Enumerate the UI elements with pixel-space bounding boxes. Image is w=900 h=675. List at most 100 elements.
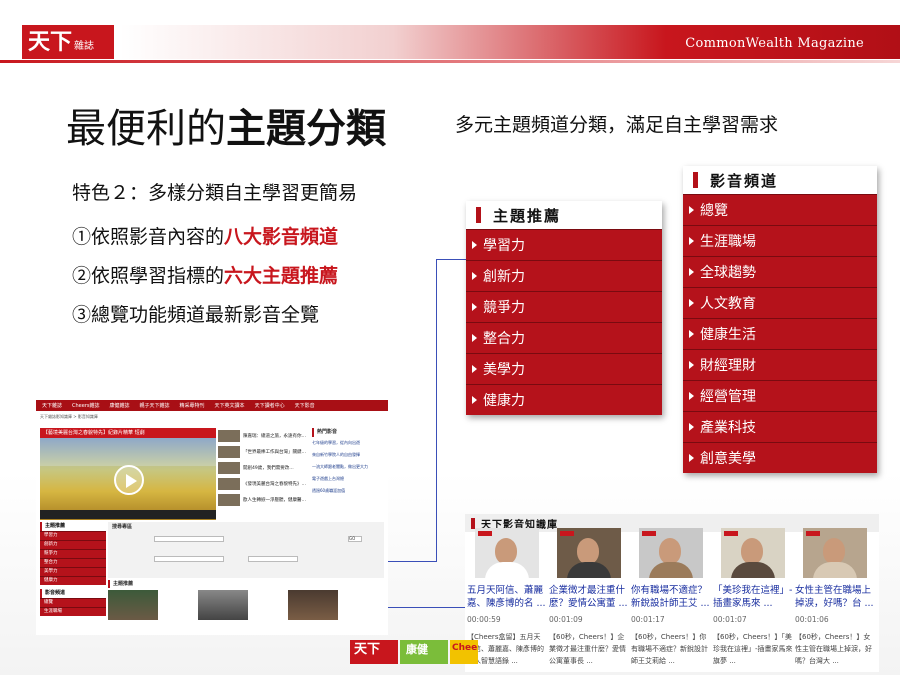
- hot-video-link[interactable]: 來自新竹學院人的自由發揮: [312, 449, 386, 461]
- channel-item-industry[interactable]: 產業科技: [683, 411, 877, 442]
- feature-2-text: ②依照學習指標的: [72, 265, 225, 287]
- sidebar-item[interactable]: 學習力: [40, 531, 106, 540]
- channel-item-creative[interactable]: 創意美學: [683, 442, 877, 473]
- accent-bar: [471, 517, 475, 529]
- triangle-icon: [689, 454, 694, 462]
- triangle-icon: [472, 365, 477, 373]
- video-title[interactable]: 五月天阿信、蕭麗嘉、陳彥博的名 ...: [467, 584, 547, 610]
- health-brand-logo[interactable]: 康健: [400, 640, 448, 664]
- video-card[interactable]: 「美珍我在這裡」-插畫家馬來 ... 00:01:07 【60秒，Cheers！…: [713, 528, 793, 667]
- channel-item-label: 健康生活: [700, 327, 756, 343]
- feature-2-highlight: 六大主題推薦: [224, 265, 339, 287]
- topic-item-label: 競爭力: [483, 300, 525, 316]
- channel-item-management[interactable]: 經營管理: [683, 380, 877, 411]
- header-divider: [0, 60, 900, 63]
- site-nav-item[interactable]: 精采專特刊: [180, 402, 205, 409]
- video-thumbnail: [721, 528, 785, 578]
- site-nav-item[interactable]: 天下英文讀本: [215, 402, 245, 409]
- keyword-input[interactable]: [154, 536, 224, 542]
- search-go-button[interactable]: GO: [348, 536, 362, 542]
- video-card[interactable]: 五月天阿信、蕭麗嘉、陳彥博的名 ... 00:00:59 【Cheers盒留】五…: [467, 528, 547, 667]
- site-nav-item[interactable]: 天下雜誌: [42, 402, 62, 409]
- triangle-icon: [472, 241, 477, 249]
- hot-video-link[interactable]: 電子遊戲上台灣總: [312, 473, 386, 485]
- topic-item-aesthetics[interactable]: 美學力: [466, 353, 662, 384]
- channel-item-label: 經營管理: [700, 389, 756, 405]
- accent-bar: [693, 172, 698, 188]
- site-nav-item[interactable]: 康健雜誌: [110, 402, 130, 409]
- topic-item-label: 健康力: [483, 393, 525, 409]
- video-duration: 00:01:06: [795, 615, 829, 624]
- sidebar-item[interactable]: 健康力: [40, 576, 106, 585]
- video-thumbnail: [639, 528, 703, 578]
- video-controls[interactable]: [40, 510, 216, 519]
- topic-item-competitiveness[interactable]: 競爭力: [466, 291, 662, 322]
- video-title[interactable]: 企業徵才最注重什麼？愛情公寓董 ...: [549, 584, 629, 610]
- video-thumbnail: [218, 494, 240, 506]
- site-video-list: 陳嘉瑞：總道之旅，永遠有你… 「世界最棒工作與台灣」關鍵… 開創49歲，我們需要…: [218, 428, 308, 508]
- video-thumbnail: [803, 528, 867, 578]
- play-icon[interactable]: [114, 465, 144, 495]
- recommend-thumb[interactable]: [198, 590, 248, 620]
- person-body: [813, 562, 857, 578]
- channel-item-finance[interactable]: 財經理財: [683, 349, 877, 380]
- channel-panel-title: 影音頻道: [710, 171, 779, 190]
- topic-item-health[interactable]: 健康力: [466, 384, 662, 415]
- video-title[interactable]: 女性主管在職場上掉淚，好嗎？台 ...: [795, 584, 875, 610]
- list-item[interactable]: 歐人生轉捩一淨壓聽，健康醫…: [218, 492, 308, 508]
- sidebar-item[interactable]: 整合力: [40, 558, 106, 567]
- video-description: 【60秒，Cheers！】企業徵才最注重什麼？愛情公寓董事長 ...: [549, 633, 626, 665]
- sidebar-item[interactable]: 美學力: [40, 567, 106, 576]
- list-item-title: 「世界最棒工作與台灣」關鍵…: [243, 450, 306, 455]
- commonwealth-logo[interactable]: 天下 雜誌: [22, 25, 114, 59]
- site-nav-item[interactable]: 親子天下雜誌: [140, 402, 170, 409]
- list-item[interactable]: 「世界最棒工作與台灣」關鍵…: [218, 444, 308, 460]
- channel-item-health[interactable]: 健康生活: [683, 318, 877, 349]
- topic-item-learning[interactable]: 學習力: [466, 229, 662, 260]
- site-nav-item[interactable]: Cheers雜誌: [72, 402, 99, 409]
- video-card[interactable]: 你有職場不適症？新銳設計師王艾 ... 00:01:17 【60秒，Cheers…: [631, 528, 711, 667]
- topic-panel-title: 主題推薦: [493, 206, 562, 225]
- sidebar-item[interactable]: 競爭力: [40, 549, 106, 558]
- sidebar-item[interactable]: 總覽: [40, 598, 106, 607]
- sidebar-item[interactable]: 創新力: [40, 540, 106, 549]
- video-thumbnail: [218, 446, 240, 458]
- hot-video-link[interactable]: 七年級的學習，從內向出遊: [312, 437, 386, 449]
- video-title[interactable]: 你有職場不適症？新銳設計師王艾 ...: [631, 584, 711, 610]
- site-video-player[interactable]: [40, 438, 216, 520]
- person-face: [823, 538, 845, 564]
- recommend-thumb[interactable]: [108, 590, 158, 620]
- recommend-thumb[interactable]: [288, 590, 338, 620]
- magazine-name: CommonWealth Magazine: [685, 36, 864, 51]
- video-duration: 00:01:17: [631, 615, 665, 624]
- channel-item-overview[interactable]: 總覽: [683, 194, 877, 225]
- video-description: 【Cheers盒留】五月天阿信、蕭麗嘉、陳彥博的名人智慧語錄 ...: [467, 633, 544, 665]
- cheers-logo-icon: [560, 531, 574, 536]
- channel-item-global[interactable]: 全球趨勢: [683, 256, 877, 287]
- triangle-icon: [689, 330, 694, 338]
- date-input-end[interactable]: [248, 556, 298, 562]
- hot-video-link[interactable]: 透過60歲職涯加值: [312, 485, 386, 497]
- topic-item-integration[interactable]: 整合力: [466, 322, 662, 353]
- cheers-brand-logo[interactable]: Chee: [450, 640, 478, 664]
- person-face: [741, 538, 763, 564]
- video-thumbnail: [218, 462, 240, 474]
- channel-item-humanities[interactable]: 人文教育: [683, 287, 877, 318]
- channel-item-label: 財經理財: [700, 358, 756, 374]
- site-nav-item[interactable]: 天下讀者中心: [255, 402, 285, 409]
- video-title[interactable]: 「美珍我在這裡」-插畫家馬來 ...: [713, 584, 793, 610]
- date-input[interactable]: [154, 556, 224, 562]
- list-item[interactable]: 《發現美麗台灣之春貌特先》…: [218, 476, 308, 492]
- topic-item-innovation[interactable]: 創新力: [466, 260, 662, 291]
- site-nav-item[interactable]: 天下影音: [295, 402, 315, 409]
- list-item[interactable]: 開創49歲，我們需要改…: [218, 460, 308, 476]
- list-item[interactable]: 陳嘉瑞：總道之旅，永遠有你…: [218, 428, 308, 444]
- video-card[interactable]: 企業徵才最注重什麼？愛情公寓董 ... 00:01:09 【60秒，Cheers…: [549, 528, 629, 667]
- sidebar-item[interactable]: 生涯職場: [40, 607, 106, 616]
- video-thumbnail: [557, 528, 621, 578]
- commonwealth-brand-logo[interactable]: 天下: [350, 640, 398, 664]
- hot-video-link[interactable]: 一流大師跟老闆點，做出更大力: [312, 461, 386, 473]
- video-description: 【60秒，Cheers！】你有職場不適症？新銳設計師王艾莉給 ...: [631, 633, 708, 665]
- channel-item-career[interactable]: 生涯職場: [683, 225, 877, 256]
- video-card[interactable]: 女性主管在職場上掉淚，好嗎？台 ... 00:01:06 【60秒，Cheers…: [795, 528, 875, 667]
